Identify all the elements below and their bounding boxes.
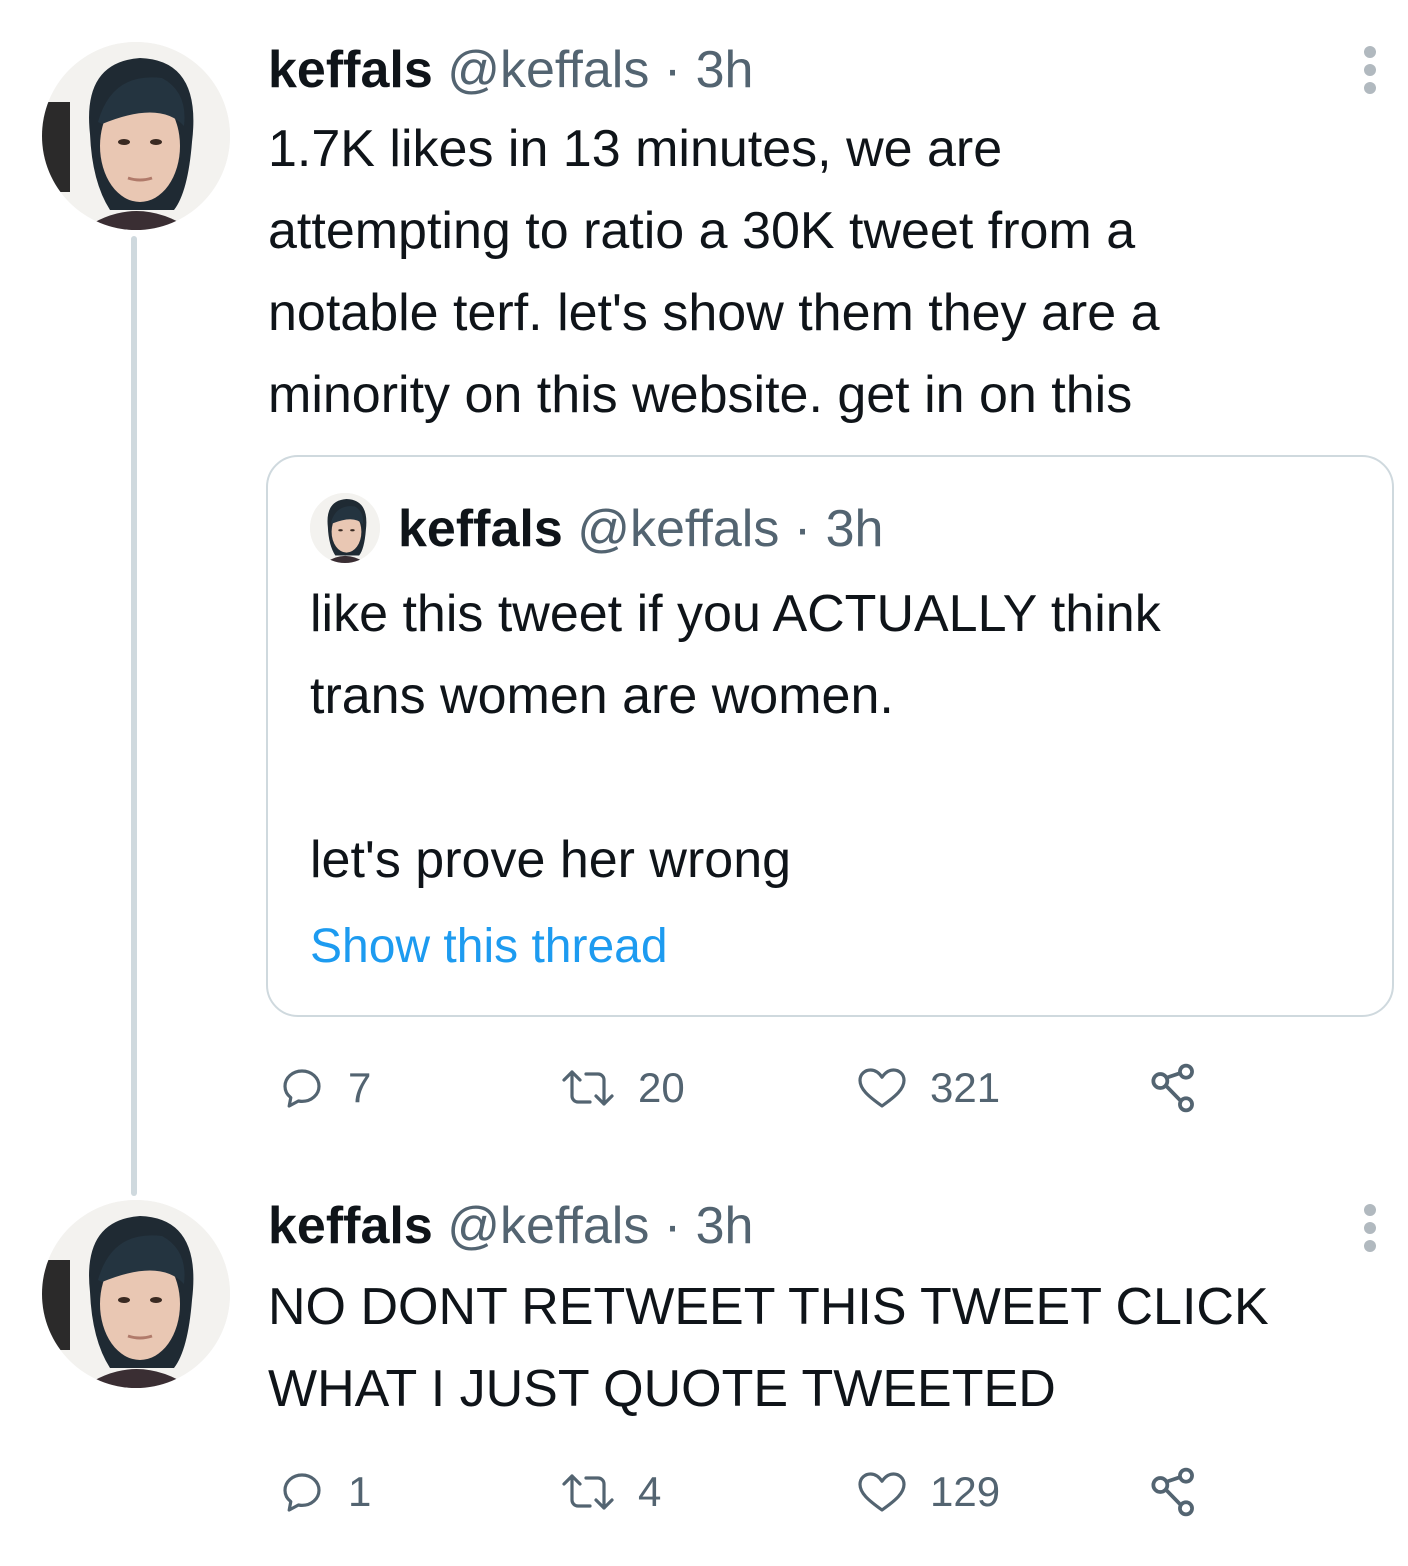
tweet-actions: 7 20 321: [268, 1058, 1268, 1118]
reply-button[interactable]: 1: [278, 1462, 371, 1522]
reply-icon: [278, 1064, 326, 1112]
quoted-timestamp: 3h: [825, 500, 884, 558]
tweet-text: NO DONT RETWEET THIS TWEET CLICK WHAT I J…: [268, 1266, 1269, 1430]
more-options-icon[interactable]: [1352, 1198, 1388, 1258]
like-count: 321: [930, 1064, 1001, 1111]
timestamp[interactable]: 3h: [696, 1197, 754, 1255]
display-name[interactable]: keffals: [268, 41, 433, 99]
like-count: 129: [930, 1468, 1001, 1515]
share-button[interactable]: [1144, 1462, 1200, 1522]
retweet-icon: [560, 1468, 616, 1516]
tweet-text: 1.7K likes in 13 minutes, we are attempti…: [268, 108, 1160, 436]
quoted-tweet-card[interactable]: keffals @keffals · 3h like this tweet if…: [266, 455, 1394, 1017]
like-button[interactable]: 129: [856, 1462, 1000, 1522]
separator-dot: ·: [793, 500, 812, 558]
retweet-button[interactable]: 20: [560, 1058, 685, 1118]
thread-connector-line: [131, 236, 137, 1196]
quoted-tweet-text: like this tweet if you ACTUALLY think tr…: [310, 585, 1161, 889]
tweet-text-line: minority on this website. get in on this: [268, 366, 1133, 424]
reply-icon: [278, 1468, 326, 1516]
tweet[interactable]: keffals @keffals · 3h NO DONT RETWEET TH…: [0, 1180, 1408, 1566]
display-name[interactable]: keffals: [268, 1197, 433, 1255]
heart-icon: [856, 1468, 908, 1516]
like-button[interactable]: 321: [856, 1058, 1000, 1118]
quoted-avatar: [310, 493, 380, 563]
reply-button[interactable]: 7: [278, 1058, 371, 1118]
separator-dot: ·: [663, 1197, 682, 1255]
avatar[interactable]: [42, 42, 230, 230]
heart-icon: [856, 1064, 908, 1112]
separator-dot: ·: [663, 41, 682, 99]
quoted-tweet-header: keffals @keffals · 3h: [398, 499, 883, 559]
quoted-display-name: keffals: [398, 500, 563, 558]
reply-count: 1: [348, 1468, 372, 1515]
tweet-header: keffals @keffals · 3h: [268, 1196, 753, 1256]
share-icon: [1144, 1060, 1200, 1116]
tweet-text-line: notable terf. let's show them they are a: [268, 284, 1160, 342]
tweet-text-line: NO DONT RETWEET THIS TWEET CLICK: [268, 1278, 1269, 1336]
user-handle[interactable]: @keffals: [447, 1197, 649, 1255]
show-thread-link[interactable]: Show this thread: [310, 917, 668, 977]
reply-count: 7: [348, 1064, 372, 1111]
tweet-text-line: 1.7K likes in 13 minutes, we are: [268, 120, 1003, 178]
user-handle[interactable]: @keffals: [447, 41, 649, 99]
share-icon: [1144, 1464, 1200, 1520]
tweet-actions: 1 4 129: [268, 1462, 1268, 1522]
more-options-icon[interactable]: [1352, 40, 1388, 100]
quoted-user-handle: @keffals: [577, 500, 780, 558]
timestamp[interactable]: 3h: [696, 41, 754, 99]
retweet-button[interactable]: 4: [560, 1462, 661, 1522]
avatar[interactable]: [42, 1200, 230, 1388]
tweet-text-line: WHAT I JUST QUOTE TWEETED: [268, 1360, 1056, 1418]
retweet-icon: [560, 1064, 616, 1112]
tweet-text-line: attempting to ratio a 30K tweet from a: [268, 202, 1136, 260]
tweet-header: keffals @keffals · 3h: [268, 40, 753, 100]
tweet[interactable]: keffals @keffals · 3h 1.7K likes in 13 m…: [0, 0, 1408, 1196]
retweet-count: 20: [638, 1064, 685, 1111]
share-button[interactable]: [1144, 1058, 1200, 1118]
retweet-count: 4: [638, 1468, 662, 1515]
